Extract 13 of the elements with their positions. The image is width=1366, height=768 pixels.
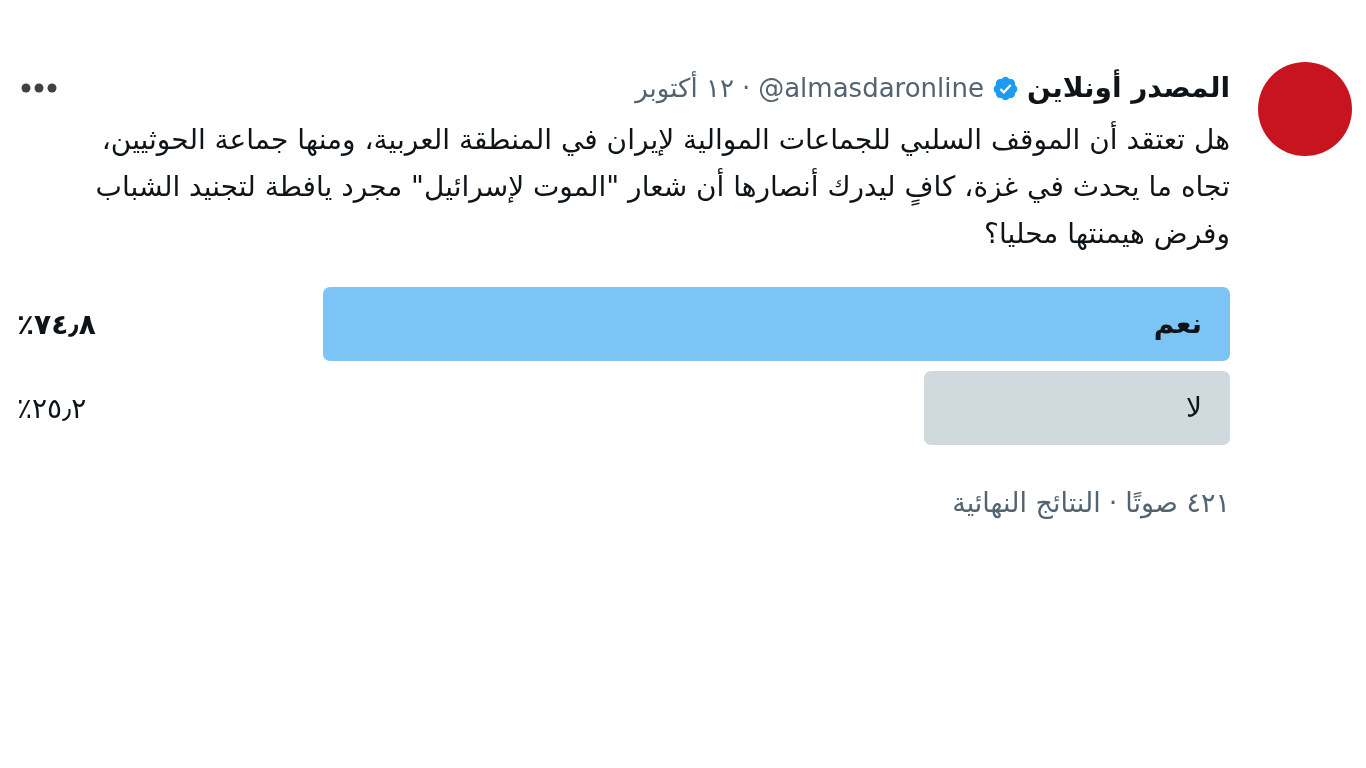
poll-option-label: لا (1186, 390, 1202, 426)
poll-option-label: نعم (1153, 306, 1202, 342)
tweet-date[interactable]: ١٢ أكتوبر (635, 68, 734, 108)
poll-percentage: ٧٤٫٨٪ (17, 307, 96, 343)
separator-dot: · (741, 71, 751, 105)
tweet-text: هل تعتقد أن الموقف السلبي للجماعات الموالية لإيران في المنطقة العربية، ومنها جماعة الحوثيين، تجاه ما يحدث في غزة، كافٍ ليدرك أنصارها أن شعار "الموت لإسرائيل" مجرد يافطة لتجنيد الشباب وفرض هيمنتها محليا؟ (94, 120, 1230, 252)
poll-percentage: ٢٥٫٢٪ (17, 391, 87, 427)
author-name[interactable]: المصدر أونلاين (1027, 67, 1230, 109)
poll-status: النتائج النهائية (952, 486, 1101, 521)
author-handle[interactable]: @almasdaronline (758, 68, 984, 108)
more-options-icon[interactable] (21, 81, 57, 95)
separator-dot: · (1108, 486, 1118, 520)
vote-count: ٤٢١ صوتًا (1125, 486, 1230, 521)
